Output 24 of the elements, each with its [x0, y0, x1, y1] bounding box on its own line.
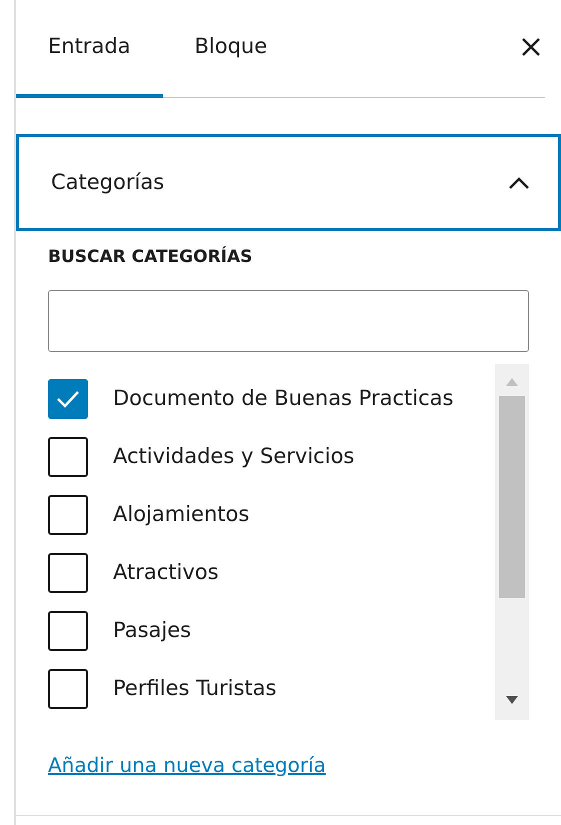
tab[interactable]: Entrada	[16, 0, 163, 98]
checkbox[interactable]	[48, 552, 88, 592]
close-icon	[521, 37, 541, 57]
search-label: BUSCAR CATEGORÍAS	[48, 245, 254, 269]
tab[interactable]: Bloque	[162, 0, 300, 98]
category-label[interactable]: Pasajes	[113, 614, 192, 646]
scrollbar[interactable]	[495, 364, 529, 720]
category-label[interactable]: Actividades y Servicios	[113, 440, 354, 472]
checkmark-icon	[55, 388, 81, 408]
scrollbar-thumb[interactable]	[499, 396, 525, 598]
category-label[interactable]: Perfiles Turistas	[113, 672, 276, 704]
add-category-link[interactable]: Añadir una nueva categoría	[48, 750, 326, 780]
category-label[interactable]: Documento de Buenas Practicas	[113, 382, 454, 414]
checkbox[interactable]	[48, 610, 88, 650]
category-label[interactable]: Alojamientos	[113, 498, 250, 530]
search-field[interactable]	[48, 290, 529, 352]
scroll-down-icon[interactable]	[506, 696, 518, 704]
categories-panel-header[interactable]: Categorías	[16, 134, 561, 231]
checkbox[interactable]	[48, 494, 88, 534]
chevron-up-icon	[508, 176, 530, 190]
checkbox[interactable]	[48, 436, 88, 476]
category-label[interactable]: Atractivos	[113, 556, 219, 588]
checkbox[interactable]	[48, 668, 88, 708]
checkbox[interactable]	[48, 378, 88, 418]
